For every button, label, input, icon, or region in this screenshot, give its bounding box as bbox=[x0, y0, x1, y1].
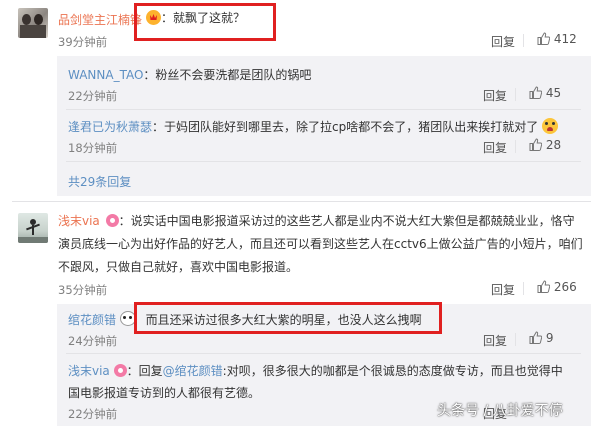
emoji-icon bbox=[542, 118, 559, 134]
thumbs-up-icon bbox=[537, 32, 551, 45]
like-count: 9 bbox=[545, 331, 554, 345]
thumbs-up-icon bbox=[529, 331, 543, 344]
reply-text: ：粉丝不会要洗都是团队的锅吧 bbox=[143, 68, 312, 82]
like-count: 28 bbox=[545, 138, 562, 152]
reply-time: 24分钟前 bbox=[68, 334, 118, 348]
comment-username[interactable]: 品剑堂主江楠锋 bbox=[58, 13, 142, 27]
mention-link[interactable]: @绾花颜错 bbox=[163, 364, 223, 378]
thumbs-up-icon bbox=[529, 138, 543, 151]
reply-text: ：于妈团队能好到哪里去，除了拉cp啥都不会了，猪团队出来挨打就对了 bbox=[152, 120, 539, 134]
like-button[interactable]: 9 bbox=[529, 331, 553, 345]
donut-badge-icon bbox=[105, 214, 119, 227]
reply-button[interactable]: 回复 bbox=[483, 87, 507, 104]
watermark: 头条号 / 八卦爱不停 bbox=[437, 403, 563, 419]
comment-text: ：说实话中国电影报道采访过的这些艺人都是业内不说大红大紫但是都兢兢业业，恪守 bbox=[118, 214, 575, 228]
more-replies-link[interactable]: 共29条回复 bbox=[68, 173, 131, 190]
like-count: 266 bbox=[553, 280, 577, 294]
thumbs-up-icon bbox=[537, 280, 551, 293]
reply-button[interactable]: 回复 bbox=[483, 332, 507, 349]
comment-text-line: 不跟风，只做自己就好，喜欢中国电影报道。 bbox=[58, 260, 299, 274]
like-button[interactable]: 45 bbox=[529, 86, 561, 100]
like-button[interactable]: 266 bbox=[537, 280, 577, 294]
user-avatar[interactable] bbox=[18, 8, 48, 38]
comment-text-line: 演员底线一心为出好作品的好艺人，而且还可以看到这些艺人在cctv6上做公益广告的… bbox=[58, 237, 583, 251]
reply-button[interactable]: 回复 bbox=[491, 281, 515, 298]
user-avatar[interactable] bbox=[18, 213, 48, 243]
comment-time: 39分钟前 bbox=[58, 35, 108, 49]
thumbs-up-icon bbox=[529, 86, 543, 99]
reply-username[interactable]: 逢君已为秋萧瑟 bbox=[68, 120, 152, 134]
reply-time: 22分钟前 bbox=[68, 407, 118, 421]
donut-badge-icon bbox=[113, 364, 127, 377]
like-count: 45 bbox=[545, 86, 562, 100]
reply-username[interactable]: WANNA_TAO bbox=[68, 68, 143, 82]
reply-time: 22分钟前 bbox=[68, 89, 118, 103]
reply-text-line: 国电影报道专访到的人都很有艺德。 bbox=[68, 386, 261, 400]
reply-text: :对呗，很多很大的咖都是个很诚恳的态度做专访，而且也觉得中 bbox=[222, 364, 563, 378]
comment-username[interactable]: 浅末via bbox=[58, 214, 100, 228]
reply-button[interactable]: 回复 bbox=[483, 139, 507, 156]
highlight-box bbox=[134, 302, 442, 334]
reply-username[interactable]: 绾花颜错 bbox=[68, 313, 116, 327]
comment-time: 35分钟前 bbox=[58, 283, 108, 297]
reply-time: 18分钟前 bbox=[68, 141, 118, 155]
like-count: 412 bbox=[553, 32, 577, 46]
reply-username[interactable]: 浅末via bbox=[68, 364, 110, 378]
reply-text-prefix: ：回复 bbox=[126, 364, 163, 378]
like-button[interactable]: 412 bbox=[537, 32, 577, 46]
like-button[interactable]: 28 bbox=[529, 138, 561, 152]
reply-button[interactable]: 回复 bbox=[491, 33, 515, 50]
highlight-box bbox=[134, 3, 276, 41]
